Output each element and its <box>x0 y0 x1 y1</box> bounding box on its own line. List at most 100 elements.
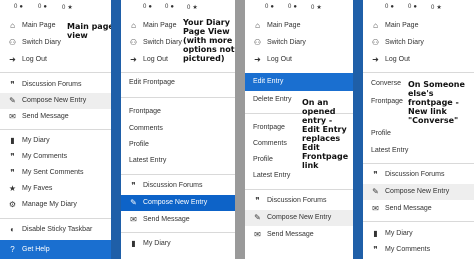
menu-latest-entry[interactable]: Latest Entry <box>363 143 474 159</box>
menu-log-out[interactable]: ➜ Log Out <box>363 52 474 68</box>
menu-label: Switch Diary <box>143 39 182 46</box>
menu-label: Compose New Entry <box>385 188 450 195</box>
menu-my-faves[interactable]: ★ My Faves <box>0 181 111 197</box>
menu-compose-new-entry[interactable]: ✎ Compose New Entry <box>363 184 474 200</box>
menu-manage-my-diary[interactable]: ⚙ Manage My Diary <box>0 197 111 213</box>
book-icon: ▮ <box>131 239 136 248</box>
opened-entry-menu-panel: 0 ● 0 ● 0 ★ ⌂ Main Page ⚇ Switch Diary ➜ Log O… <box>245 0 353 259</box>
menu-log-out[interactable]: ➜ Log Out <box>245 52 353 68</box>
menu-label: Frontpage <box>129 108 161 115</box>
menu-discussion-forums[interactable]: ❞ Discussion Forums <box>121 178 235 194</box>
menu-label: Compose New Entry <box>267 214 332 221</box>
annotation-line: replaces <box>302 134 341 143</box>
menu-switch-diary[interactable]: ⚇ Switch Diary <box>363 35 474 51</box>
menu-discussion-forums[interactable]: ❞ Discussion Forums <box>363 167 474 183</box>
notification-icon: ● <box>270 4 274 10</box>
menu-label: My Diary <box>22 137 50 144</box>
blue-separator <box>353 0 363 259</box>
toggle-icon: ◐ <box>10 225 15 234</box>
menu-label: Log Out <box>267 56 292 63</box>
menu-label: Latest Entry <box>129 157 167 164</box>
status-bar: 0 ● 0 ● 0 ★ <box>245 0 353 14</box>
users-icon: ⚇ <box>129 38 138 47</box>
status-count: 0 <box>311 5 315 11</box>
menu-label: Switch Diary <box>385 39 424 46</box>
menu-label: Profile <box>129 141 149 148</box>
annotation-line: options not <box>183 45 235 54</box>
menu-latest-entry[interactable]: Latest Entry <box>121 153 235 169</box>
menu-send-message[interactable]: ✉ Send Message <box>121 212 235 228</box>
menu-frontpage[interactable]: Frontpage <box>121 104 235 120</box>
star-icon: ★ <box>192 5 198 11</box>
menu-label: Frontpage <box>253 124 285 131</box>
main-page-menu-panel: 0 ● 0 ● 0 ★ ⌂ Main Page ⚇ Switch Diary ➜ Log O… <box>0 0 111 259</box>
menu-my-comments[interactable]: ❞ My Comments <box>363 242 474 258</box>
status-bar: 0 ● 0 ● 0 ★ <box>0 0 111 14</box>
annotation-line: Frontpage <box>302 152 349 161</box>
menu-send-message[interactable]: ✉ Send Message <box>0 109 111 125</box>
menu-log-out[interactable]: ➜ Log Out <box>0 52 111 68</box>
menu-label: Send Message <box>22 113 69 120</box>
menu-compose-new-entry[interactable]: ✎ Compose New Entry <box>121 195 235 211</box>
menu-disable-sticky-taskbar[interactable]: ◐ Disable Sticky Taskbar <box>0 222 111 238</box>
annotation-line: pictured) <box>183 54 225 63</box>
message-icon: ● <box>413 4 417 10</box>
annotation-note: On Someone else's frontpage - New link "… <box>408 80 465 125</box>
menu-label: Disable Sticky Taskbar <box>22 226 93 233</box>
menu-profile[interactable]: Profile <box>363 126 474 142</box>
menu-label: Frontpage <box>371 98 403 105</box>
menu-my-diary[interactable]: ▮ My Diary <box>363 226 474 242</box>
divider <box>121 174 235 175</box>
others-frontpage-menu-panel: 0 ● 0 ● 0 ★ ⌂ Main Page ⚇ Switch Diary ➜ Log O… <box>363 0 474 259</box>
menu-compose-new-entry[interactable]: ✎ Compose New Entry <box>0 93 111 109</box>
status-count: 0 <box>431 5 435 11</box>
menu-label: Edit Frontpage <box>129 79 175 86</box>
menu-latest-entry[interactable]: Latest Entry <box>245 168 353 184</box>
menu-discussion-forums[interactable]: ❞ Discussion Forums <box>0 77 111 93</box>
comments-icon: ❞ <box>255 196 260 205</box>
annotation-note: Your Diary Page View (with more options … <box>183 18 235 63</box>
star-icon: ★ <box>436 5 442 11</box>
menu-label: Compose New Entry <box>143 199 208 206</box>
menu-edit-entry[interactable]: Edit Entry <box>245 73 353 91</box>
status-count: 0 <box>385 4 389 10</box>
menu-label: Main Page <box>385 22 419 29</box>
status-count: 0 <box>187 5 191 11</box>
pencil-icon: ✎ <box>372 187 379 196</box>
message-icon: ● <box>170 4 174 10</box>
menu-my-diary[interactable]: ▮ My Diary <box>121 236 235 252</box>
menu-label: Get Help <box>22 246 50 253</box>
menu-edit-frontpage[interactable]: Edit Frontpage <box>121 75 235 91</box>
status-count: 0 <box>38 4 42 10</box>
menu-label: My Comments <box>385 246 431 253</box>
menu-main-page[interactable]: ⌂ Main Page <box>363 18 474 34</box>
menu-my-diary[interactable]: ▮ My Diary <box>0 133 111 149</box>
star-icon: ★ <box>316 5 322 11</box>
menu-send-message[interactable]: ✉ Send Message <box>363 201 474 217</box>
annotation-line: Edit Entry <box>302 125 347 134</box>
divider <box>363 221 474 222</box>
divider <box>121 232 235 233</box>
menu-profile[interactable]: Profile <box>121 137 235 153</box>
envelope-icon: ✉ <box>254 230 261 239</box>
menu-main-page[interactable]: ⌂ Main Page <box>245 18 353 34</box>
menu-discussion-forums[interactable]: ❞ Discussion Forums <box>245 193 353 209</box>
menu-my-sent-comments[interactable]: ❞ My Sent Comments <box>0 165 111 181</box>
annotation-note: Main page view <box>67 22 111 40</box>
annotation-line: Main page <box>67 22 111 31</box>
comments-icon: ❞ <box>10 152 15 161</box>
divider <box>0 129 111 130</box>
menu-get-help[interactable]: ? Get Help <box>0 240 111 259</box>
menu-label: Main Page <box>22 22 56 29</box>
star-icon: ★ <box>67 5 73 11</box>
envelope-icon: ✉ <box>372 204 379 213</box>
annotation-line: New link <box>408 107 447 116</box>
divider <box>121 72 235 73</box>
annotation-line: link <box>302 161 319 170</box>
menu-label: Manage My Diary <box>22 201 77 208</box>
menu-switch-diary[interactable]: ⚇ Switch Diary <box>245 35 353 51</box>
menu-compose-new-entry[interactable]: ✎ Compose New Entry <box>245 210 353 226</box>
menu-send-message[interactable]: ✉ Send Message <box>245 227 353 243</box>
menu-my-comments[interactable]: ❞ My Comments <box>0 149 111 165</box>
menu-comments[interactable]: Comments <box>121 121 235 137</box>
